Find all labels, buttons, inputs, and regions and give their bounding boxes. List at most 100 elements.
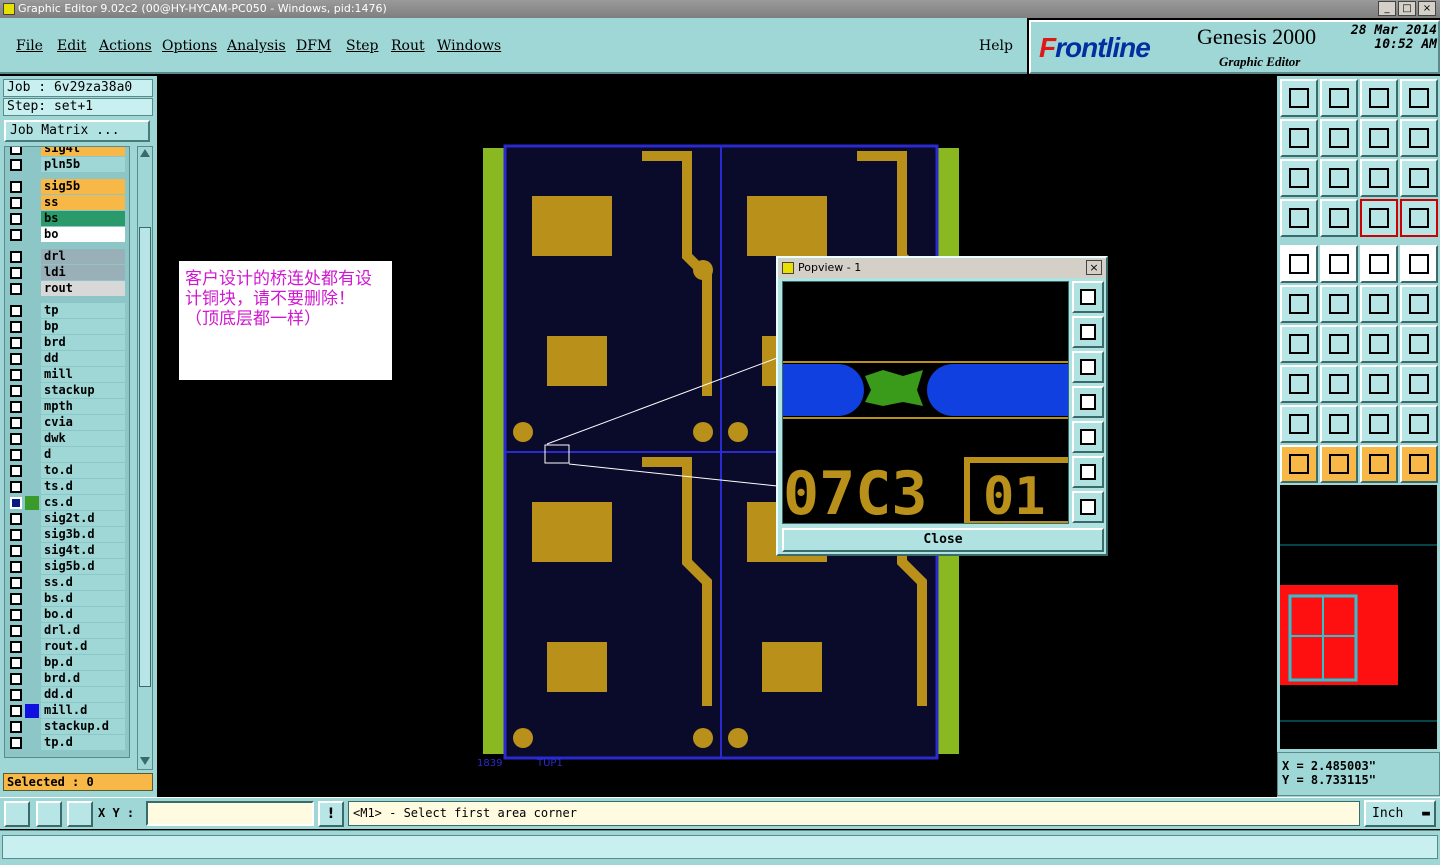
layer-name[interactable]: sig2t.d [41,511,125,526]
layer-checkbox[interactable] [10,267,22,279]
layer-name[interactable]: sig4t [41,147,125,156]
arrow-icon[interactable] [1280,245,1318,283]
scroll-up-icon[interactable] [140,149,150,157]
layer-name[interactable]: ts.d [41,479,125,494]
layer-checkbox[interactable] [10,385,22,397]
layer-checkbox[interactable] [10,417,22,429]
arch-icon[interactable] [1360,405,1398,443]
layer-checkbox[interactable] [10,689,22,701]
window-icon[interactable] [1400,79,1438,117]
font-icon[interactable] [1400,325,1438,363]
layer-checkbox[interactable] [10,673,22,685]
layer-checkbox[interactable] [10,481,22,493]
rotate-icon[interactable] [1360,325,1398,363]
measure-icon[interactable] [36,801,62,827]
layer-list-scrollbar[interactable] [137,146,153,770]
menu-step[interactable]: Step [346,38,378,54]
layer-row[interactable]: dd.d [5,687,129,703]
snap-icon[interactable] [4,801,30,827]
layer-name[interactable]: dd [41,351,125,366]
layer-row[interactable]: bp [5,319,129,335]
layer-checkbox[interactable] [10,529,22,541]
graphic-canvas[interactable]: 1839 TUP1 [157,76,1277,798]
pv-pan-down-icon[interactable] [1072,351,1104,383]
layer-row[interactable]: dwk [5,431,129,447]
layer-name[interactable]: to.d [41,463,125,478]
layer-name[interactable]: stackup.d [41,719,125,734]
undo-icon[interactable] [1360,119,1398,157]
layer-checkbox[interactable] [10,449,22,461]
layer-name[interactable]: sig5b [41,179,125,194]
layer-checkbox[interactable] [10,401,22,413]
layer-checkbox[interactable] [10,641,22,653]
layer-row[interactable]: cvia [5,415,129,431]
layer-checkbox[interactable] [10,337,22,349]
popview-viewport[interactable]: 07C3 01 [782,281,1069,524]
unit-selector[interactable]: Inch ▬ [1364,800,1436,827]
layer-row[interactable]: pln5b [5,157,129,173]
layer-name[interactable]: cs.d [41,495,125,510]
pv-zoom-icon[interactable] [1072,281,1104,313]
layer-name[interactable]: brd [41,335,125,350]
layer-row[interactable]: d [5,447,129,463]
array-icon[interactable] [1360,365,1398,403]
layer-icon[interactable] [1360,199,1398,237]
layer-row[interactable]: drl [5,249,129,265]
layer-row[interactable]: sig5b [5,179,129,195]
tools-icon[interactable] [1280,199,1318,237]
layer-checkbox[interactable] [10,513,22,525]
menu-edit[interactable]: Edit [57,38,86,54]
grid-icon[interactable] [67,801,93,827]
line-icon[interactable] [1360,285,1398,323]
pin-icon[interactable] [1400,285,1438,323]
home-icon[interactable] [1360,79,1398,117]
layer-row[interactable]: to.d [5,463,129,479]
net-icon[interactable] [1280,285,1318,323]
pv-pan-left-icon[interactable] [1072,386,1104,418]
layer-name[interactable]: rout.d [41,639,125,654]
layer-name[interactable]: sig3b.d [41,527,125,542]
layer-checkbox[interactable] [10,593,22,605]
layer-row[interactable]: sig3b.d [5,527,129,543]
select-arrow-icon[interactable] [1360,445,1398,483]
arch-alt-icon[interactable] [1400,405,1438,443]
close-window-button[interactable]: × [1418,1,1436,16]
zoom-center-icon[interactable] [1320,159,1358,197]
layer-row[interactable]: drl.d [5,623,129,639]
layer-name[interactable]: ldi [41,265,125,280]
layer-name[interactable]: rout [41,281,125,296]
layer-row[interactable]: ts.d [5,479,129,495]
dot-icon[interactable] [1400,245,1438,283]
layer-checkbox[interactable] [10,213,22,225]
scroll-thumb[interactable] [139,227,151,687]
layer-checkbox[interactable] [10,737,22,749]
layer-row[interactable]: ldi [5,265,129,281]
pan-left-icon[interactable] [1280,119,1318,157]
layer-row[interactable]: bp.d [5,655,129,671]
layer-row[interactable]: bo [5,227,129,243]
pv-zoom-out-icon[interactable] [1072,491,1104,523]
route-icon[interactable] [1400,445,1438,483]
layer-name[interactable]: bs [41,211,125,226]
layer-checkbox[interactable] [10,321,22,333]
menu-rout[interactable]: Rout [391,38,425,54]
layer-checkbox[interactable] [10,283,22,295]
layer-row[interactable]: rout.d [5,639,129,655]
layer-row[interactable]: dd [5,351,129,367]
grid-display-icon[interactable] [1320,199,1358,237]
layer-name[interactable]: ss.d [41,575,125,590]
zoom-fit-icon[interactable] [1280,159,1318,197]
layer-row[interactable]: brd.d [5,671,129,687]
layer-row[interactable]: bs.d [5,591,129,607]
layer-name[interactable]: pln5b [41,157,125,172]
layer-checkbox[interactable] [10,657,22,669]
pv-pan-right-icon[interactable] [1072,421,1104,453]
layer-row[interactable]: bo.d [5,607,129,623]
menu-file[interactable]: File [16,38,43,54]
dash-icon[interactable] [1320,365,1358,403]
layer-row[interactable]: tp [5,303,129,319]
layer-checkbox[interactable] [10,465,22,477]
layer-name[interactable]: mill.d [41,703,125,718]
angle-icon[interactable] [1280,325,1318,363]
shape-icon[interactable] [1400,365,1438,403]
